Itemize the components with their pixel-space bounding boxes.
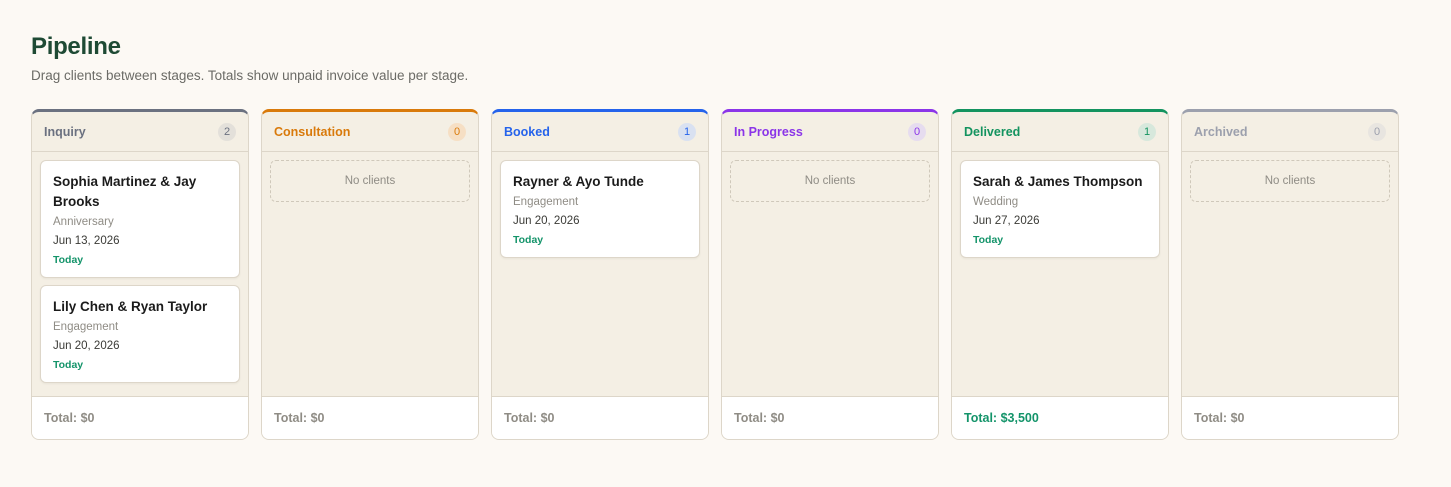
client-card[interactable]: Sophia Martinez & Jay Brooks Anniversary J… [40,160,240,278]
event-date: Jun 20, 2026 [513,215,580,227]
stage-count-badge: 1 [1138,122,1156,141]
client-card[interactable]: Sarah & James Thompson Wedding Jun 27, 202… [960,160,1160,258]
event-type: Wedding [973,196,1019,208]
page-title: Pipeline [31,33,121,60]
client-card[interactable]: Lily Chen & Ryan Taylor Engagement Jun 20,… [40,285,240,383]
stage-column-booked: Booked 1 Rayner & Ayo Tunde Engagement Jun 2… [491,109,709,440]
empty-placeholder: No clients [270,160,470,202]
stage-name: Consultation [274,124,351,139]
stage-count-badge: 1 [678,122,696,141]
client-name: Sophia Martinez & Jay Brooks [53,174,197,209]
client-name: Rayner & Ayo Tunde [513,174,644,189]
stage-header: Delivered 1 [952,112,1168,152]
client-card[interactable]: Rayner & Ayo Tunde Engagement Jun 20, 2026… [500,160,700,258]
pipeline-page: Pipeline Drag clients between stages. To… [0,0,1451,440]
stage-dropzone[interactable]: Sophia Martinez & Jay Brooks Anniversary J… [32,152,248,396]
stage-count-badge: 0 [1368,122,1386,141]
stage-count-badge: 0 [908,122,926,141]
stage-column-inquiry: Inquiry 2 Sophia Martinez & Jay Brooks Anni… [31,109,249,440]
pipeline-board: Inquiry 2 Sophia Martinez & Jay Brooks Anni… [31,109,1399,440]
client-name: Sarah & James Thompson [973,174,1143,189]
activity-status: Today [53,254,84,266]
event-date: Jun 27, 2026 [973,215,1040,227]
event-type: Anniversary [53,216,114,228]
stage-count-badge: 0 [448,122,466,141]
empty-placeholder: No clients [1190,160,1390,202]
stage-header: Archived 0 [1182,112,1398,152]
stage-total: Total: $0 [32,396,248,439]
stage-name: Archived [1194,124,1248,139]
stage-header: Consultation 0 [262,112,478,152]
stage-name: In Progress [734,124,803,139]
stage-total: Total: $0 [262,396,478,439]
client-name: Lily Chen & Ryan Taylor [53,299,208,314]
event-type: Engagement [513,196,579,208]
stage-name: Delivered [964,124,1021,139]
stage-name: Inquiry [44,124,86,139]
event-type: Engagement [53,321,119,333]
stage-column-in-progress: In Progress 0 No clients Total: $0 [721,109,939,440]
stage-dropzone[interactable]: No clients [722,152,938,396]
event-date: Jun 13, 2026 [53,235,120,247]
stage-column-archived: Archived 0 No clients Total: $0 [1181,109,1399,440]
empty-placeholder: No clients [730,160,930,202]
stage-dropzone[interactable]: Sarah & James Thompson Wedding Jun 27, 202… [952,152,1168,396]
stage-total: Total: $0 [1182,396,1398,439]
stage-header: Inquiry 2 [32,112,248,152]
activity-status: Today [973,234,1004,246]
stage-total: Total: $0 [492,396,708,439]
activity-status: Today [53,359,84,371]
stage-column-delivered: Delivered 1 Sarah & James Thompson Wedding J… [951,109,1169,440]
event-date: Jun 20, 2026 [53,340,120,352]
stage-dropzone[interactable]: No clients [1182,152,1398,396]
page-subtitle: Drag clients between stages. Totals show… [31,68,469,83]
stage-total: Total: $0 [722,396,938,439]
activity-status: Today [513,234,544,246]
stage-column-consultation: Consultation 0 No clients Total: $0 [261,109,479,440]
stage-dropzone[interactable]: No clients [262,152,478,396]
stage-name: Booked [504,124,550,139]
stage-header: In Progress 0 [722,112,938,152]
stage-dropzone[interactable]: Rayner & Ayo Tunde Engagement Jun 20, 2026… [492,152,708,396]
stage-header: Booked 1 [492,112,708,152]
stage-count-badge: 2 [218,122,236,141]
stage-total: Total: $3,500 [952,396,1168,439]
